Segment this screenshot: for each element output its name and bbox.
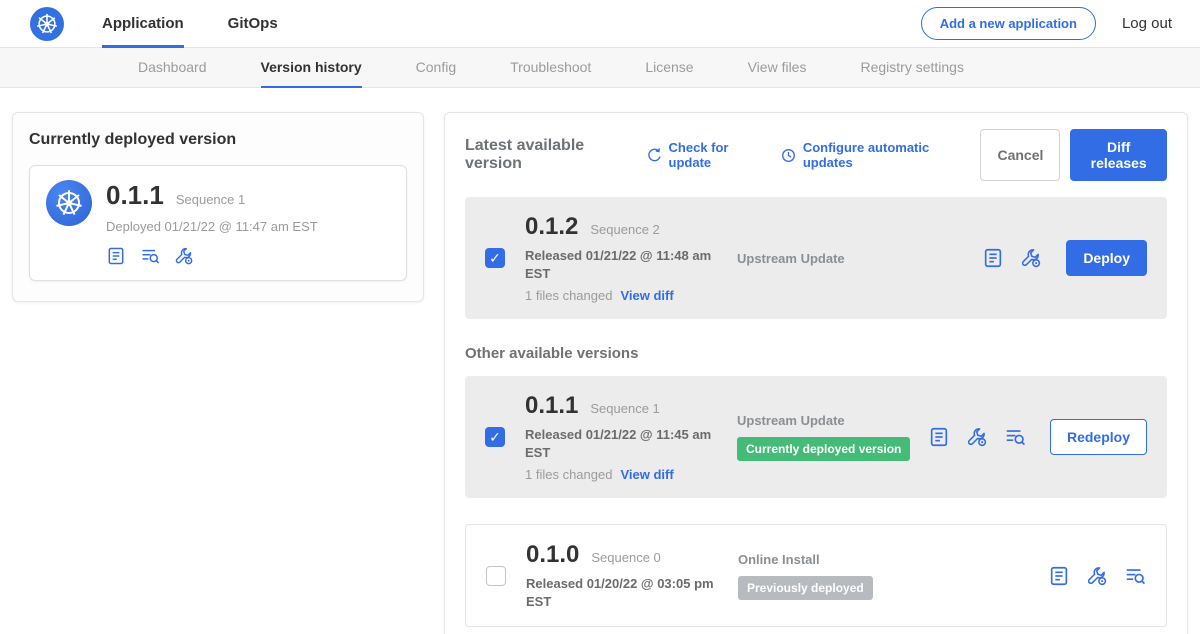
deployed-panel-title: Currently deployed version xyxy=(29,131,407,149)
subnav-version-history[interactable]: Version history xyxy=(261,48,362,88)
refresh-icon xyxy=(646,147,663,164)
clock-icon xyxy=(780,147,797,164)
top-nav-tabs: Application GitOps xyxy=(102,0,278,48)
latest-available-title: Latest available version xyxy=(465,137,628,173)
app-sub-navigation: Dashboard Version history Config Trouble… xyxy=(0,48,1200,88)
version-number: 0.1.0 xyxy=(526,541,579,569)
version-number: 0.1.2 xyxy=(525,213,578,241)
kubernetes-app-icon xyxy=(46,180,92,226)
cancel-button[interactable]: Cancel xyxy=(980,129,1060,181)
version-sequence: Sequence 1 xyxy=(590,401,659,416)
deployed-version-card: 0.1.1 Sequence 1 Deployed 01/21/22 @ 11:… xyxy=(29,165,407,281)
version-row: 0.1.0 Sequence 0 Released 01/20/22 @ 03:… xyxy=(465,524,1167,627)
main-content: Currently deployed version 0.1.1 Sequenc… xyxy=(0,88,1200,634)
diff-actions: Cancel Diff releases xyxy=(980,129,1167,181)
subnav-registry-settings[interactable]: Registry settings xyxy=(860,48,963,88)
config-icon[interactable] xyxy=(966,426,988,448)
tab-application[interactable]: Application xyxy=(102,0,184,48)
release-notes-icon[interactable] xyxy=(106,246,126,266)
version-history-header: Latest available version Check for updat… xyxy=(465,129,1167,181)
currently-deployed-panel: Currently deployed version 0.1.1 Sequenc… xyxy=(12,112,424,302)
preflight-checks-icon[interactable] xyxy=(1124,565,1146,587)
release-timestamp: Released 01/21/22 @ 11:45 am EST xyxy=(525,426,713,461)
preflight-checks-icon[interactable] xyxy=(140,246,160,266)
version-source: Upstream Update xyxy=(737,251,982,266)
row-actions: Redeploy xyxy=(928,419,1151,455)
release-timestamp: Released 01/21/22 @ 11:48 am EST xyxy=(525,247,713,282)
version-source: Online Install Previously deployed xyxy=(738,552,1048,600)
preflight-checks-icon[interactable] xyxy=(1004,426,1026,448)
subnav-license[interactable]: License xyxy=(645,48,693,88)
view-diff-link[interactable]: View diff xyxy=(620,467,673,482)
version-sequence: Sequence 0 xyxy=(591,550,660,565)
previously-deployed-badge: Previously deployed xyxy=(738,576,873,600)
version-source: Upstream Update Currently deployed versi… xyxy=(737,413,928,461)
release-timestamp: Released 01/20/22 @ 03:05 pm EST xyxy=(526,575,714,610)
source-label: Online Install xyxy=(738,552,1048,567)
config-icon[interactable] xyxy=(1086,565,1108,587)
release-notes-icon[interactable] xyxy=(928,426,950,448)
check-for-update-link[interactable]: Check for update xyxy=(646,140,762,170)
version-row: ✓ 0.1.1 Sequence 1 Released 01/21/22 @ 1… xyxy=(465,376,1167,498)
config-icon[interactable] xyxy=(174,246,194,266)
currently-deployed-badge: Currently deployed version xyxy=(737,437,910,461)
deployed-version-number: 0.1.1 xyxy=(106,180,164,211)
add-new-application-button[interactable]: Add a new application xyxy=(921,7,1096,40)
redeploy-button[interactable]: Redeploy xyxy=(1050,419,1147,455)
files-changed-label: 1 files changed xyxy=(525,467,612,482)
logout-link[interactable]: Log out xyxy=(1122,15,1172,32)
deploy-button[interactable]: Deploy xyxy=(1066,240,1147,276)
version-checkbox[interactable] xyxy=(486,566,506,586)
version-number: 0.1.1 xyxy=(525,392,578,420)
check-for-update-label: Check for update xyxy=(669,140,762,170)
version-info: 0.1.1 Sequence 1 Released 01/21/22 @ 11:… xyxy=(525,392,737,482)
row-actions xyxy=(1048,565,1150,587)
subnav-config[interactable]: Config xyxy=(416,48,456,88)
version-checkbox[interactable]: ✓ xyxy=(485,248,505,268)
deployed-sequence: Sequence 1 xyxy=(176,192,245,207)
version-history-panel: Latest available version Check for updat… xyxy=(444,112,1188,634)
other-versions-title: Other available versions xyxy=(465,345,1167,362)
subnav-dashboard[interactable]: Dashboard xyxy=(138,48,207,88)
version-sequence: Sequence 2 xyxy=(590,222,659,237)
tab-gitops[interactable]: GitOps xyxy=(228,0,278,48)
top-navigation-bar: Application GitOps Add a new application… xyxy=(0,0,1200,48)
files-changed-label: 1 files changed xyxy=(525,288,612,303)
release-notes-icon[interactable] xyxy=(1048,565,1070,587)
subnav-troubleshoot[interactable]: Troubleshoot xyxy=(510,48,591,88)
subnav-view-files[interactable]: View files xyxy=(748,48,807,88)
deployed-version-details: 0.1.1 Sequence 1 Deployed 01/21/22 @ 11:… xyxy=(106,180,318,266)
release-notes-icon[interactable] xyxy=(982,247,1004,269)
deployed-timestamp: Deployed 01/21/22 @ 11:47 am EST xyxy=(106,219,318,234)
config-icon[interactable] xyxy=(1020,247,1042,269)
configure-auto-updates-link[interactable]: Configure automatic updates xyxy=(780,140,963,170)
version-info: 0.1.2 Sequence 2 Released 01/21/22 @ 11:… xyxy=(525,213,737,303)
version-row: ✓ 0.1.2 Sequence 2 Released 01/21/22 @ 1… xyxy=(465,197,1167,319)
view-diff-link[interactable]: View diff xyxy=(620,288,673,303)
version-info: 0.1.0 Sequence 0 Released 01/20/22 @ 03:… xyxy=(526,541,738,610)
source-label: Upstream Update xyxy=(737,413,928,428)
kubernetes-logo-icon xyxy=(30,7,64,41)
topbar-right: Add a new application Log out xyxy=(921,7,1172,40)
diff-releases-button[interactable]: Diff releases xyxy=(1070,129,1167,181)
source-label: Upstream Update xyxy=(737,251,982,266)
configure-auto-updates-label: Configure automatic updates xyxy=(803,140,963,170)
version-checkbox[interactable]: ✓ xyxy=(485,427,505,447)
row-actions: Deploy xyxy=(982,240,1151,276)
